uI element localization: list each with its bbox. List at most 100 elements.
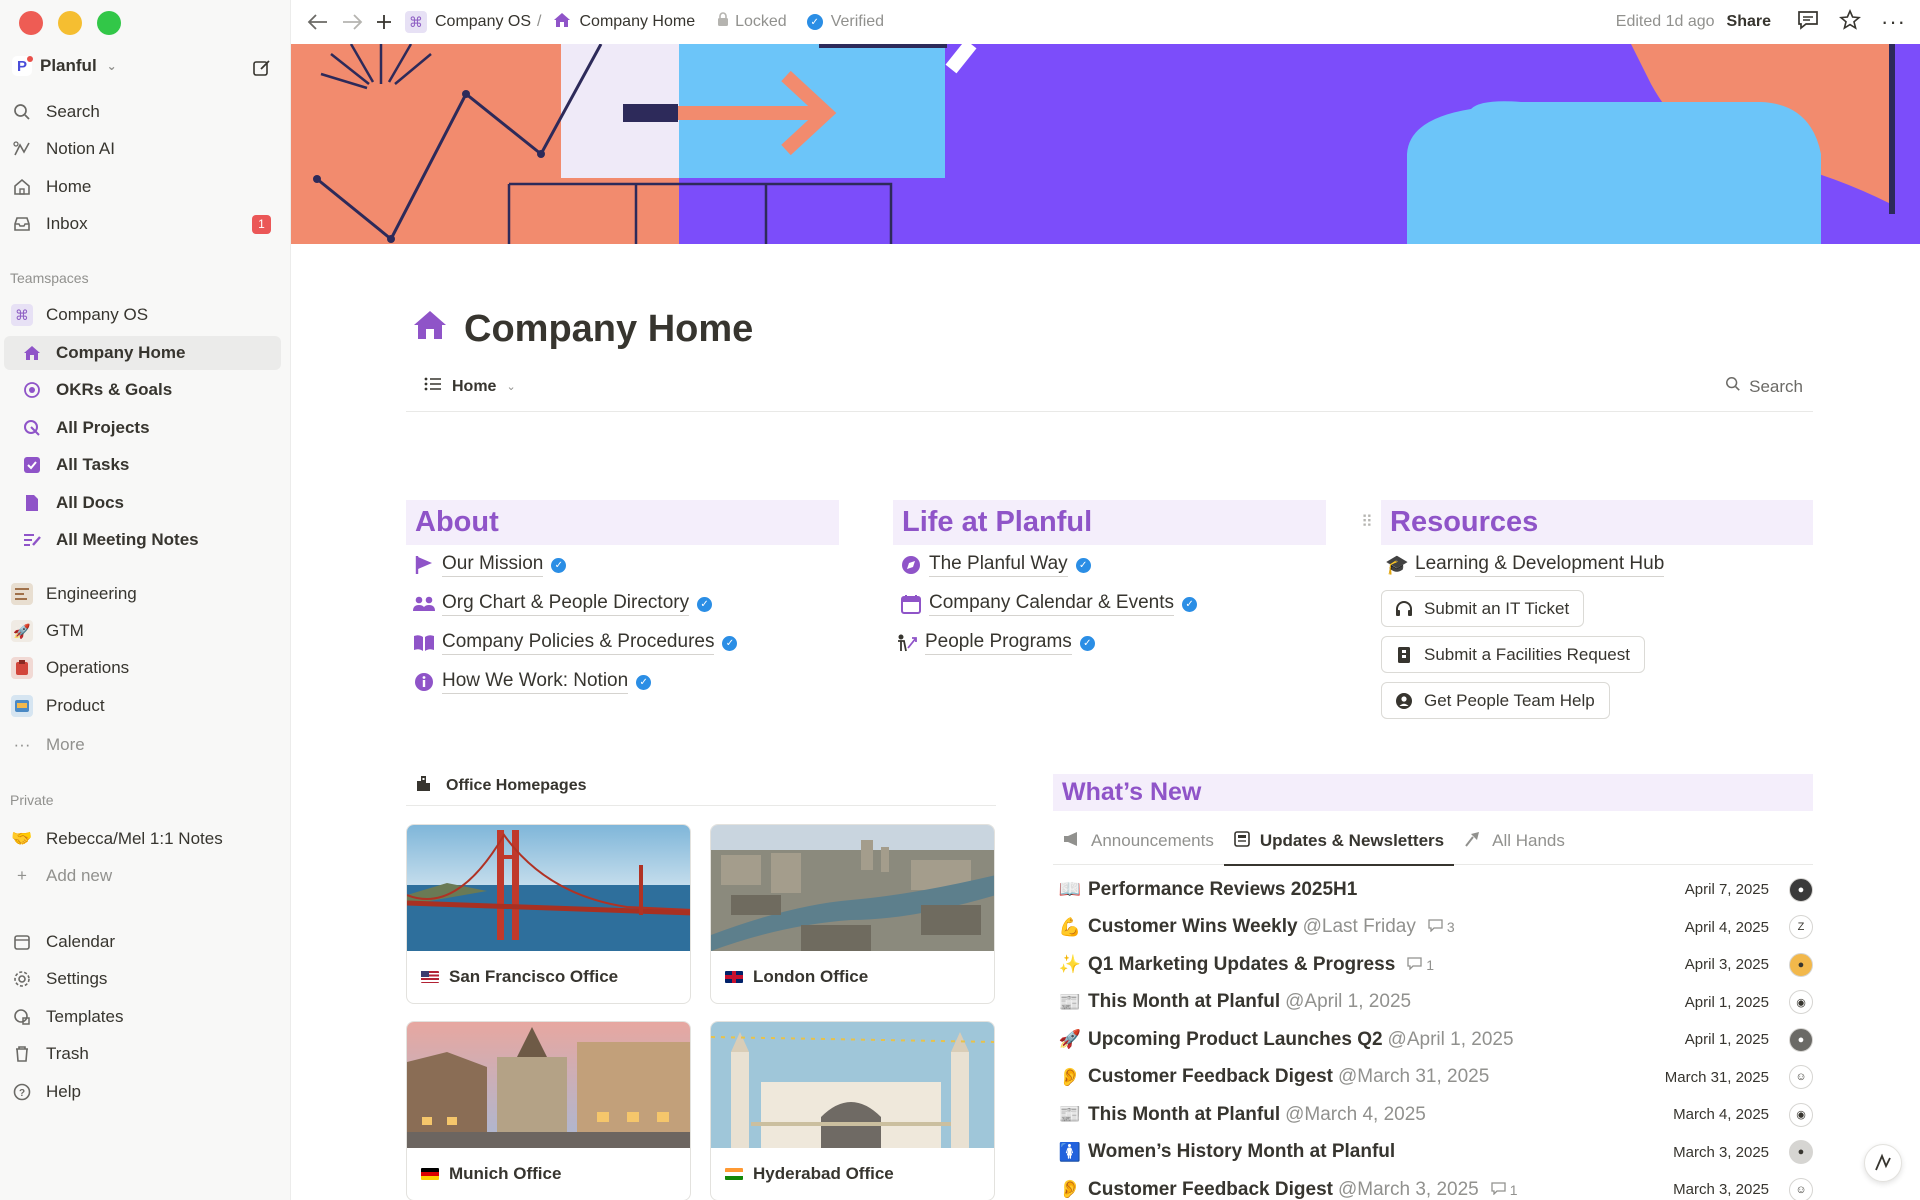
office-card-san-francisco[interactable]: San Francisco Office [406,824,691,1004]
sidebar-add-new[interactable]: + Add new [0,859,291,893]
news-row[interactable]: 👂 Customer Feedback Digest @March 31, 2025… [1058,1059,1813,1096]
comments-icon[interactable] [1797,10,1819,35]
new-page-button[interactable] [250,56,274,80]
link-company-calendar[interactable]: Company Calendar & Events ✓ [899,592,1198,616]
sidebar-item-all-projects[interactable]: All Projects [0,411,291,445]
date-mention[interactable]: @March 31, 2025 [1338,1066,1489,1088]
link-how-we-work[interactable]: How We Work: Notion ✓ [412,670,652,694]
sidebar-item-gtm[interactable]: 🚀 GTM [0,614,291,648]
view-tab-home[interactable]: Home ⌄ [424,376,516,397]
calendar-icon [11,931,33,953]
sidebar-item-templates[interactable]: Templates [0,1000,291,1034]
sidebar-item-help[interactable]: ? Help [0,1075,291,1109]
house-icon[interactable] [412,307,448,351]
news-row[interactable]: 👂 Customer Feedback Digest @March 3, 2025 1… [1058,1171,1813,1200]
avatar[interactable]: ◉ [1789,1102,1813,1127]
notion-ai-assistant-button[interactable] [1864,1144,1902,1182]
news-row[interactable]: ✨ Q1 Marketing Updates & Progress 1 April 3… [1058,946,1813,983]
sidebar-item-product[interactable]: Product [0,689,291,723]
sidebar-item-rebecca-mel[interactable]: 🤝 Rebecca/Mel 1:1 Notes [0,822,291,856]
more-options-icon[interactable]: ··· [1881,9,1906,35]
news-row[interactable]: 📖 Performance Reviews 2025H1 April 7, 2025… [1058,871,1813,908]
sidebar-item-calendar[interactable]: Calendar [0,925,291,959]
news-emoji-icon: 💪 [1058,916,1082,937]
sidebar-item-more[interactable]: ··· More [0,728,291,762]
avatar[interactable]: ● [1789,952,1813,977]
search-icon [11,101,33,123]
comment-count[interactable]: 1 [1491,1182,1518,1198]
news-row[interactable]: 💪 Customer Wins Weekly @Last Friday 3 April … [1058,909,1813,946]
people-team-help-button[interactable]: Get People Team Help [1381,682,1610,719]
view-search-button[interactable]: Search [1725,376,1803,397]
sidebar-item-trash[interactable]: Trash [0,1037,291,1071]
date-mention[interactable]: @Last Friday [1303,916,1416,938]
submit-it-ticket-button[interactable]: Submit an IT Ticket [1381,590,1585,627]
link-org-chart[interactable]: Org Chart & People Directory ✓ [412,592,713,616]
sidebar-item-company-os[interactable]: ⌘ Company OS [0,298,291,332]
link-learning-development[interactable]: 🎓 Learning & Development Hub [1385,553,1665,577]
office-name: London Office [753,967,869,986]
link-company-policies[interactable]: Company Policies & Procedures ✓ [412,631,738,655]
close-window-button[interactable] [19,11,43,35]
minimize-window-button[interactable] [58,11,82,35]
sidebar-item-engineering[interactable]: Engineering [0,577,291,611]
submit-facilities-request-button[interactable]: Submit a Facilities Request [1381,636,1645,673]
trash-icon [11,1043,33,1065]
avatar[interactable]: ☺ [1789,1177,1813,1200]
link-people-programs[interactable]: People Programs ✓ [895,631,1095,655]
office-name: San Francisco Office [449,967,619,986]
tab-updates-newsletters[interactable]: Updates & Newsletters [1223,818,1455,866]
tab-announcements[interactable]: Announcements [1053,818,1224,865]
sidebar-item-okrs-goals[interactable]: OKRs & Goals [0,373,291,407]
doc-icon [21,492,43,514]
avatar[interactable]: ☺ [1789,1065,1813,1089]
workspace-switcher[interactable]: P Planful ⌄ [12,56,117,76]
link-planful-way[interactable]: The Planful Way ✓ [899,553,1091,577]
link-our-mission[interactable]: Our Mission ✓ [412,553,567,577]
sidebar-item-all-docs[interactable]: All Docs [0,486,291,520]
sidebar-item-all-tasks[interactable]: All Tasks [0,448,291,482]
avatar[interactable]: ● [1789,1140,1813,1164]
news-row[interactable]: 🚀 Upcoming Product Launches Q2 @April 1, 2… [1058,1021,1813,1058]
back-arrow-icon[interactable] [307,13,329,31]
date-mention[interactable]: @March 3, 2025 [1338,1179,1479,1200]
avatar[interactable]: ◉ [1789,990,1813,1014]
new-tab-plus-icon[interactable] [375,13,393,31]
locked-status[interactable]: Locked [735,13,787,31]
sidebar-item-operations[interactable]: Operations [0,651,291,685]
sidebar-item-settings[interactable]: Settings [0,962,291,996]
office-card-hyderabad[interactable]: Hyderabad Office [710,1021,995,1200]
page-cover-image[interactable] [291,44,1920,244]
sidebar-item-home[interactable]: Home [0,170,291,204]
sidebar-item-company-home[interactable]: Company Home [4,336,281,370]
office-homepages-heading[interactable]: Office Homepages [406,766,996,806]
sidebar-item-notion-ai[interactable]: Notion AI [0,132,291,166]
date-mention[interactable]: @April 1, 2025 [1285,991,1411,1013]
sidebar-item-inbox[interactable]: Inbox 1 [0,207,291,241]
share-button[interactable]: Share [1727,13,1771,31]
drag-handle-icon[interactable]: ⠿ [1361,512,1373,532]
news-title: This Month at Planful [1088,991,1281,1012]
date-mention[interactable]: @March 4, 2025 [1285,1104,1426,1126]
star-icon[interactable] [1839,8,1861,36]
news-row[interactable]: 📰 This Month at Planful @March 4, 2025 Marc… [1058,1096,1813,1133]
date-mention[interactable]: @April 1, 2025 [1388,1029,1514,1051]
breadcrumb-current[interactable]: Company Home [580,13,696,31]
sidebar-item-search[interactable]: Search [0,95,291,129]
news-row[interactable]: 🚺 Women’s History Month at Planful March 3… [1058,1134,1813,1171]
zoom-window-button[interactable] [97,11,121,35]
news-row[interactable]: 📰 This Month at Planful @April 1, 2025 Apri… [1058,984,1813,1021]
page-title-text[interactable]: Company Home [464,308,753,351]
avatar[interactable]: ● [1789,877,1813,902]
avatar[interactable]: ● [1789,1027,1813,1052]
verified-status[interactable]: Verified [831,13,884,31]
tab-all-hands[interactable]: All Hands [1454,818,1575,865]
forward-arrow-icon[interactable] [341,13,363,31]
office-card-london[interactable]: London Office [710,824,995,1004]
comment-count[interactable]: 3 [1428,919,1455,935]
comment-count[interactable]: 1 [1407,957,1434,973]
sidebar-item-all-meeting-notes[interactable]: All Meeting Notes [0,523,291,557]
office-card-munich[interactable]: Munich Office [406,1021,691,1200]
breadcrumb-parent[interactable]: Company OS [435,13,531,31]
avatar[interactable]: Z [1789,915,1813,939]
